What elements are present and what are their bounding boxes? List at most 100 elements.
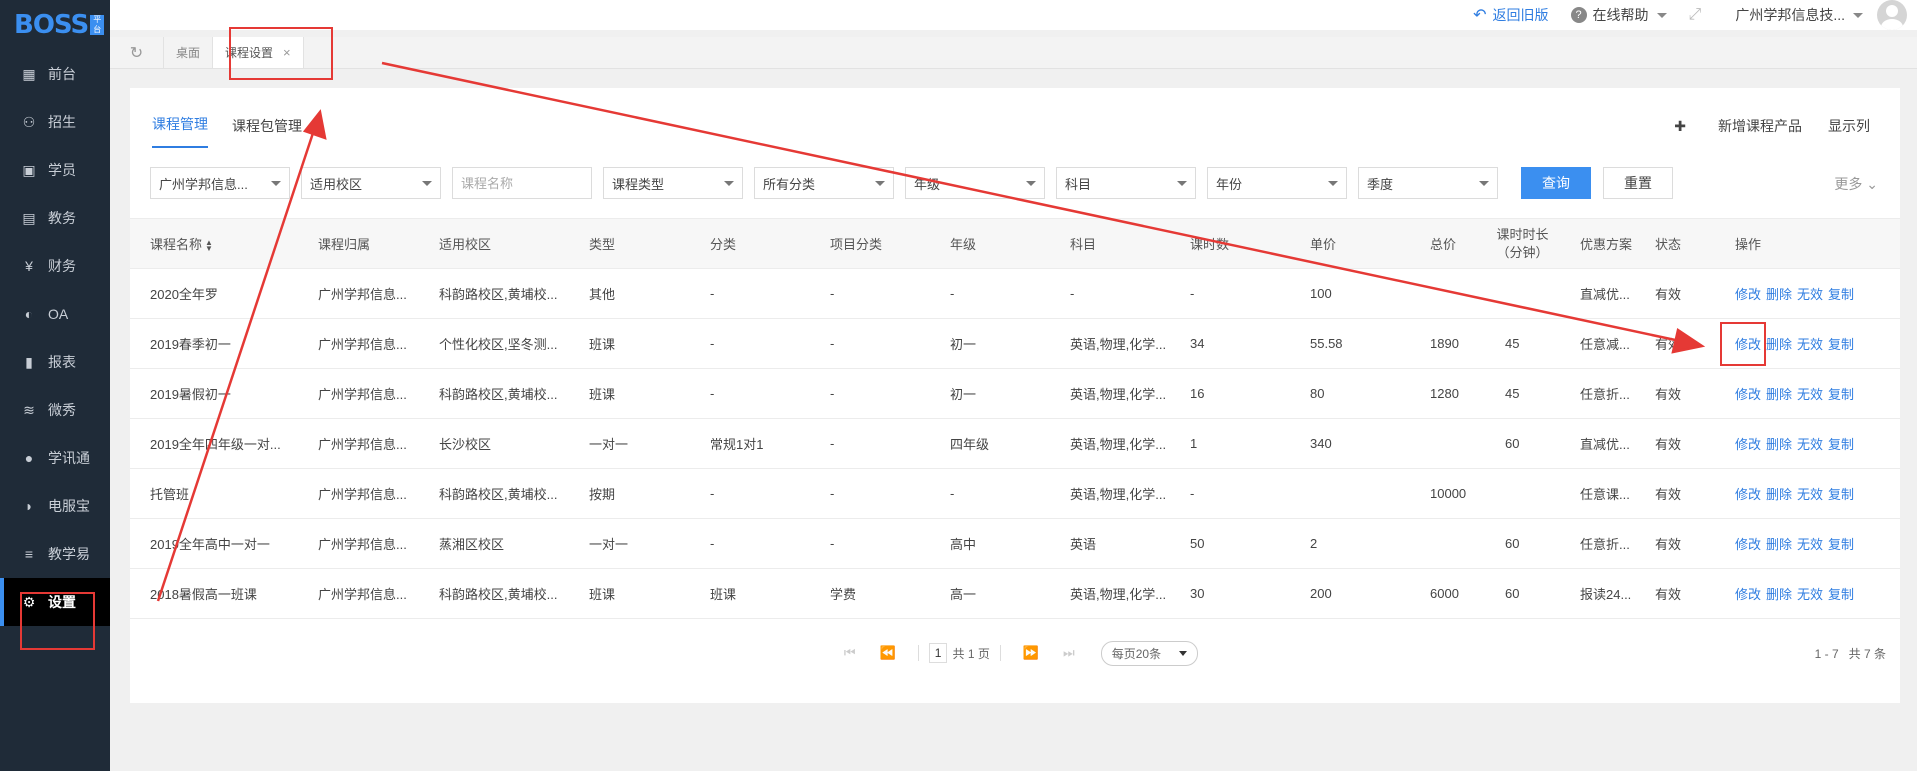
tab-desk[interactable]: 桌面 — [164, 37, 214, 68]
copy-link[interactable]: 复制 — [1828, 337, 1854, 352]
invalidate-link[interactable]: 无效 — [1797, 437, 1823, 452]
copy-link[interactable]: 复制 — [1828, 287, 1854, 302]
edit-link[interactable]: 修改 — [1735, 487, 1761, 502]
delete-link[interactable]: 删除 — [1766, 587, 1792, 602]
table-row: 2019全年四年级一对... 广州学邦信息... 长沙校区 一对一 常规1对1- 四年级英… — [130, 418, 1900, 469]
cell-discount: 任意折... — [1560, 518, 1635, 569]
page-number-input[interactable]: 1 — [928, 643, 948, 663]
pager-divider — [917, 645, 919, 661]
org-menu[interactable]: 广州学邦信息技... — [1735, 5, 1863, 25]
chevron-down-icon — [1479, 180, 1489, 186]
sidebar-item-10[interactable]: ≡ 教学易 — [0, 530, 110, 578]
copy-link[interactable]: 复制 — [1828, 387, 1854, 402]
cell-belong: 广州学邦信息... — [298, 268, 419, 319]
query-button[interactable]: 查询 — [1521, 167, 1591, 199]
edit-link[interactable]: 修改 — [1735, 287, 1761, 302]
cell-duration: 60 — [1485, 518, 1560, 569]
invalidate-link[interactable]: 无效 — [1797, 337, 1823, 352]
sidebar-item-1[interactable]: ⚇ 招生 — [0, 98, 110, 146]
invalidate-link[interactable]: 无效 — [1797, 487, 1823, 502]
delete-link[interactable]: 删除 — [1766, 387, 1792, 402]
edit-link[interactable]: 修改 — [1735, 437, 1761, 452]
grade-select[interactable]: 年级 — [905, 167, 1045, 199]
delete-link[interactable]: 删除 — [1766, 437, 1792, 452]
subject-select[interactable]: 科目 — [1056, 167, 1196, 199]
undo-icon: ↶ — [1473, 7, 1487, 24]
fullscreen-button[interactable]: ⤢ — [1689, 6, 1702, 24]
online-help-menu[interactable]: ? 在线帮助 — [1570, 5, 1667, 25]
sidebar-item-8[interactable]: ● 学讯通 — [0, 434, 110, 482]
calendar-icon: ▦ — [22, 65, 36, 82]
delete-link[interactable]: 删除 — [1766, 487, 1792, 502]
record-range: 1 - 7 共 7 条 — [1815, 645, 1886, 662]
sidebar-item-3[interactable]: ▤ 教务 — [0, 194, 110, 242]
more-filters-button[interactable]: 更多 ⌄ — [1834, 174, 1878, 194]
delete-link[interactable]: 删除 — [1766, 537, 1792, 552]
annotation-box-edit — [1720, 322, 1766, 366]
copy-link[interactable]: 复制 — [1828, 537, 1854, 552]
chevron-down-icon — [724, 180, 734, 186]
record-range-value: 1 - 7 — [1814, 647, 1839, 661]
col-course-name[interactable]: 课程名称 ▲ ▼ — [130, 218, 298, 269]
pagination: ⏮ ⏪ 1 共 1 页 ⏩ ⏭ 每页20条 1 - 7 共 7 条 — [130, 633, 1900, 673]
filter-bar: 广州学邦信息... 适用校区 课程类型 所有分类 年级 科目 年份 季度 查询 … — [130, 148, 1900, 218]
sidebar-item-7[interactable]: ≋ 微秀 — [0, 386, 110, 434]
cell-subject: 英语,物理,化学... — [1050, 368, 1170, 419]
invalidate-link[interactable]: 无效 — [1797, 537, 1823, 552]
edit-link[interactable]: 修改 — [1735, 537, 1761, 552]
cell-campus: 蒸湘区校区 — [419, 518, 569, 569]
edit-link[interactable]: 修改 — [1735, 587, 1761, 602]
tab-course-package-management[interactable]: 课程包管理 — [232, 116, 302, 148]
sidebar-item-label: 报表 — [48, 354, 76, 370]
back-old-version-link[interactable]: ↶ 返回旧版 — [1473, 5, 1548, 25]
tab-course-management[interactable]: 课程管理 — [152, 114, 208, 148]
avatar[interactable] — [1877, 0, 1907, 30]
course-type-select[interactable]: 课程类型 — [603, 167, 743, 199]
show-columns-button[interactable]: 显示列 — [1828, 116, 1870, 136]
sidebar-item-4[interactable]: ¥ 财务 — [0, 242, 110, 290]
delete-link[interactable]: 删除 — [1766, 287, 1792, 302]
invalidate-link[interactable]: 无效 — [1797, 587, 1823, 602]
sidebar-item-2[interactable]: ▣ 学员 — [0, 146, 110, 194]
cell-hours: 1 — [1170, 418, 1290, 469]
sidebar-item-9[interactable]: ◗ 电服宝 — [0, 482, 110, 530]
course-name-input[interactable] — [452, 167, 592, 199]
year-select[interactable]: 年份 — [1207, 167, 1347, 199]
org-select[interactable]: 广州学邦信息... — [150, 167, 290, 199]
delete-link[interactable]: 删除 — [1766, 337, 1792, 352]
cell-total — [1410, 518, 1485, 569]
add-course-product-button[interactable]: ✚ 新增课程产品 — [1674, 116, 1802, 136]
col-duration-line2: （分钟） — [1496, 244, 1549, 260]
next-page-icon[interactable]: ⏩ — [1023, 645, 1039, 661]
last-page-icon[interactable]: ⏭ — [1063, 645, 1075, 661]
page-size-select[interactable]: 每页20条 — [1100, 640, 1199, 666]
edit-link[interactable]: 修改 — [1735, 387, 1761, 402]
sidebar-item-0[interactable]: ▦ 前台 — [0, 50, 110, 98]
first-page-icon[interactable]: ⏮ — [844, 645, 856, 661]
cell-type: 按期 — [569, 468, 690, 519]
category-select[interactable]: 所有分类 — [754, 167, 894, 199]
cell-campus: 科韵路校区,黄埔校... — [419, 468, 569, 519]
sidebar-item-5[interactable]: ◐ OA — [0, 290, 110, 338]
cell-name: 2019暑假初一 — [130, 368, 298, 419]
campus-select[interactable]: 适用校区 — [301, 167, 441, 199]
cell-type: 班课 — [569, 318, 690, 369]
cell-ops: 修改 删除 无效 复制 — [1710, 368, 1900, 419]
copy-link[interactable]: 复制 — [1828, 587, 1854, 602]
sort-icon[interactable]: ▲ ▼ — [205, 238, 213, 252]
invalidate-link[interactable]: 无效 — [1797, 387, 1823, 402]
prev-page-icon[interactable]: ⏪ — [880, 645, 896, 661]
cell-status: 有效 — [1635, 568, 1710, 619]
sidebar-item-6[interactable]: ▮ 报表 — [0, 338, 110, 386]
sidebar-item-label: 微秀 — [48, 402, 76, 418]
copy-link[interactable]: 复制 — [1828, 487, 1854, 502]
cell-discount: 任意折... — [1560, 368, 1635, 419]
reset-button[interactable]: 重置 — [1603, 167, 1673, 199]
copy-link[interactable]: 复制 — [1828, 437, 1854, 452]
season-select[interactable]: 季度 — [1358, 167, 1498, 199]
cell-belong: 广州学邦信息... — [298, 518, 419, 569]
cell-total: 6000 — [1410, 568, 1485, 619]
invalidate-link[interactable]: 无效 — [1797, 287, 1823, 302]
record-total: 共 7 条 — [1848, 647, 1886, 661]
refresh-button[interactable]: ↻ — [110, 37, 164, 68]
